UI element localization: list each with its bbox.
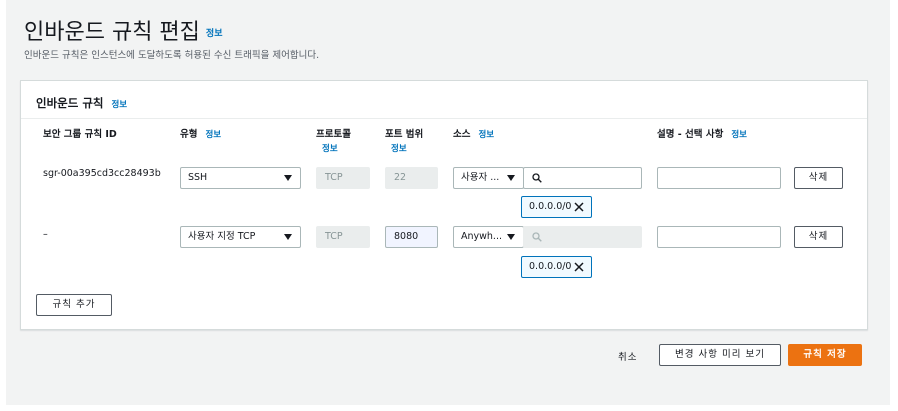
column-header-port-range-label: 포트 범위 — [385, 129, 424, 140]
close-icon[interactable] — [573, 261, 585, 273]
save-rules-button[interactable]: 규칙 저장 — [788, 344, 862, 366]
column-header-description: 설명 - 선택 사항 정보 — [657, 128, 747, 142]
column-header-type-label: 유형 — [180, 129, 198, 140]
description-info-link[interactable]: 정보 — [731, 130, 747, 140]
description-input[interactable] — [657, 226, 781, 248]
protocol-field: TCP — [316, 167, 370, 189]
description-input[interactable] — [657, 167, 781, 189]
page-title-text: 인바운드 규칙 편집 — [24, 20, 200, 45]
column-header-type: 유형 정보 — [180, 128, 221, 142]
panel-info-link[interactable]: 정보 — [111, 100, 127, 110]
port-range-field: 22 — [385, 167, 438, 189]
search-icon — [532, 232, 542, 242]
panel-title-text: 인바운드 규칙 — [36, 96, 104, 110]
add-rule-button[interactable]: 규칙 추가 — [36, 294, 112, 316]
column-header-source: 소스 정보 — [453, 128, 494, 142]
page-container: 인바운드 규칙 편집 정보 인바운드 규칙은 인스턴스에 도달하도록 허용된 수신… — [6, 0, 890, 405]
column-header-protocol: 프로토콜 정보 — [316, 128, 351, 156]
type-select[interactable]: 사용자 지정 TCP — [180, 226, 301, 248]
source-search-input — [523, 226, 642, 248]
source-type-select[interactable]: Anywh... — [453, 226, 524, 248]
panel-header: 인바운드 규칙 정보 — [21, 81, 867, 119]
close-icon[interactable] — [573, 201, 585, 213]
rule-id-cell: sgr-00a395cd3cc28493b — [43, 168, 161, 179]
source-search-input[interactable] — [523, 167, 642, 189]
source-type-value: Anywh... — [461, 231, 502, 242]
search-icon — [532, 173, 542, 183]
delete-button[interactable]: 삭제 — [794, 226, 843, 248]
column-header-port-range: 포트 범위 정보 — [385, 128, 423, 156]
page-info-link[interactable]: 정보 — [206, 29, 223, 39]
page-title: 인바운드 규칙 편집 정보 — [24, 14, 222, 46]
preview-changes-button[interactable]: 변경 사항 미리 보기 — [659, 344, 781, 366]
column-header-rule-id: 보안 그룹 규칙 ID — [43, 128, 117, 142]
column-header-protocol-label: 프로토콜 — [316, 129, 351, 140]
cancel-button[interactable]: 취소 — [618, 349, 637, 363]
port-range-info-link[interactable]: 정보 — [385, 142, 423, 156]
protocol-field: TCP — [316, 226, 370, 248]
caret-down-icon — [507, 234, 515, 240]
source-info-link[interactable]: 정보 — [478, 130, 494, 140]
caret-down-icon — [284, 234, 292, 240]
source-token-label: 0.0.0.0/0 — [529, 261, 572, 272]
type-select[interactable]: SSH — [180, 167, 301, 189]
source-token-label: 0.0.0.0/0 — [529, 201, 572, 212]
page-description: 인바운드 규칙은 인스턴스에 도달하도록 허용된 수신 트래픽을 제어합니다. — [24, 50, 320, 61]
column-header-description-label: 설명 - 선택 사항 — [657, 129, 724, 140]
inbound-rules-panel: 인바운드 규칙 정보 보안 그룹 규칙 ID 유형 정보 프로토콜 정보 포트 범위… — [20, 80, 868, 330]
source-token: 0.0.0.0/0 — [521, 196, 592, 218]
type-select-value: SSH — [188, 172, 208, 183]
column-header-rule-id-label: 보안 그룹 규칙 ID — [43, 129, 117, 140]
caret-down-icon — [284, 175, 292, 181]
source-type-select[interactable]: 사용자 ... — [453, 167, 524, 189]
type-info-link[interactable]: 정보 — [205, 130, 221, 140]
delete-button[interactable]: 삭제 — [794, 167, 843, 189]
column-header-source-label: 소스 — [453, 129, 471, 140]
type-select-value: 사용자 지정 TCP — [188, 231, 256, 242]
source-type-value: 사용자 ... — [461, 172, 500, 183]
panel-title: 인바운드 규칙 정보 — [36, 95, 127, 111]
port-range-input[interactable]: 8080 — [385, 226, 438, 248]
protocol-info-link[interactable]: 정보 — [316, 142, 351, 156]
rule-id-cell: – — [43, 229, 48, 240]
source-token: 0.0.0.0/0 — [521, 256, 592, 278]
caret-down-icon — [507, 175, 515, 181]
